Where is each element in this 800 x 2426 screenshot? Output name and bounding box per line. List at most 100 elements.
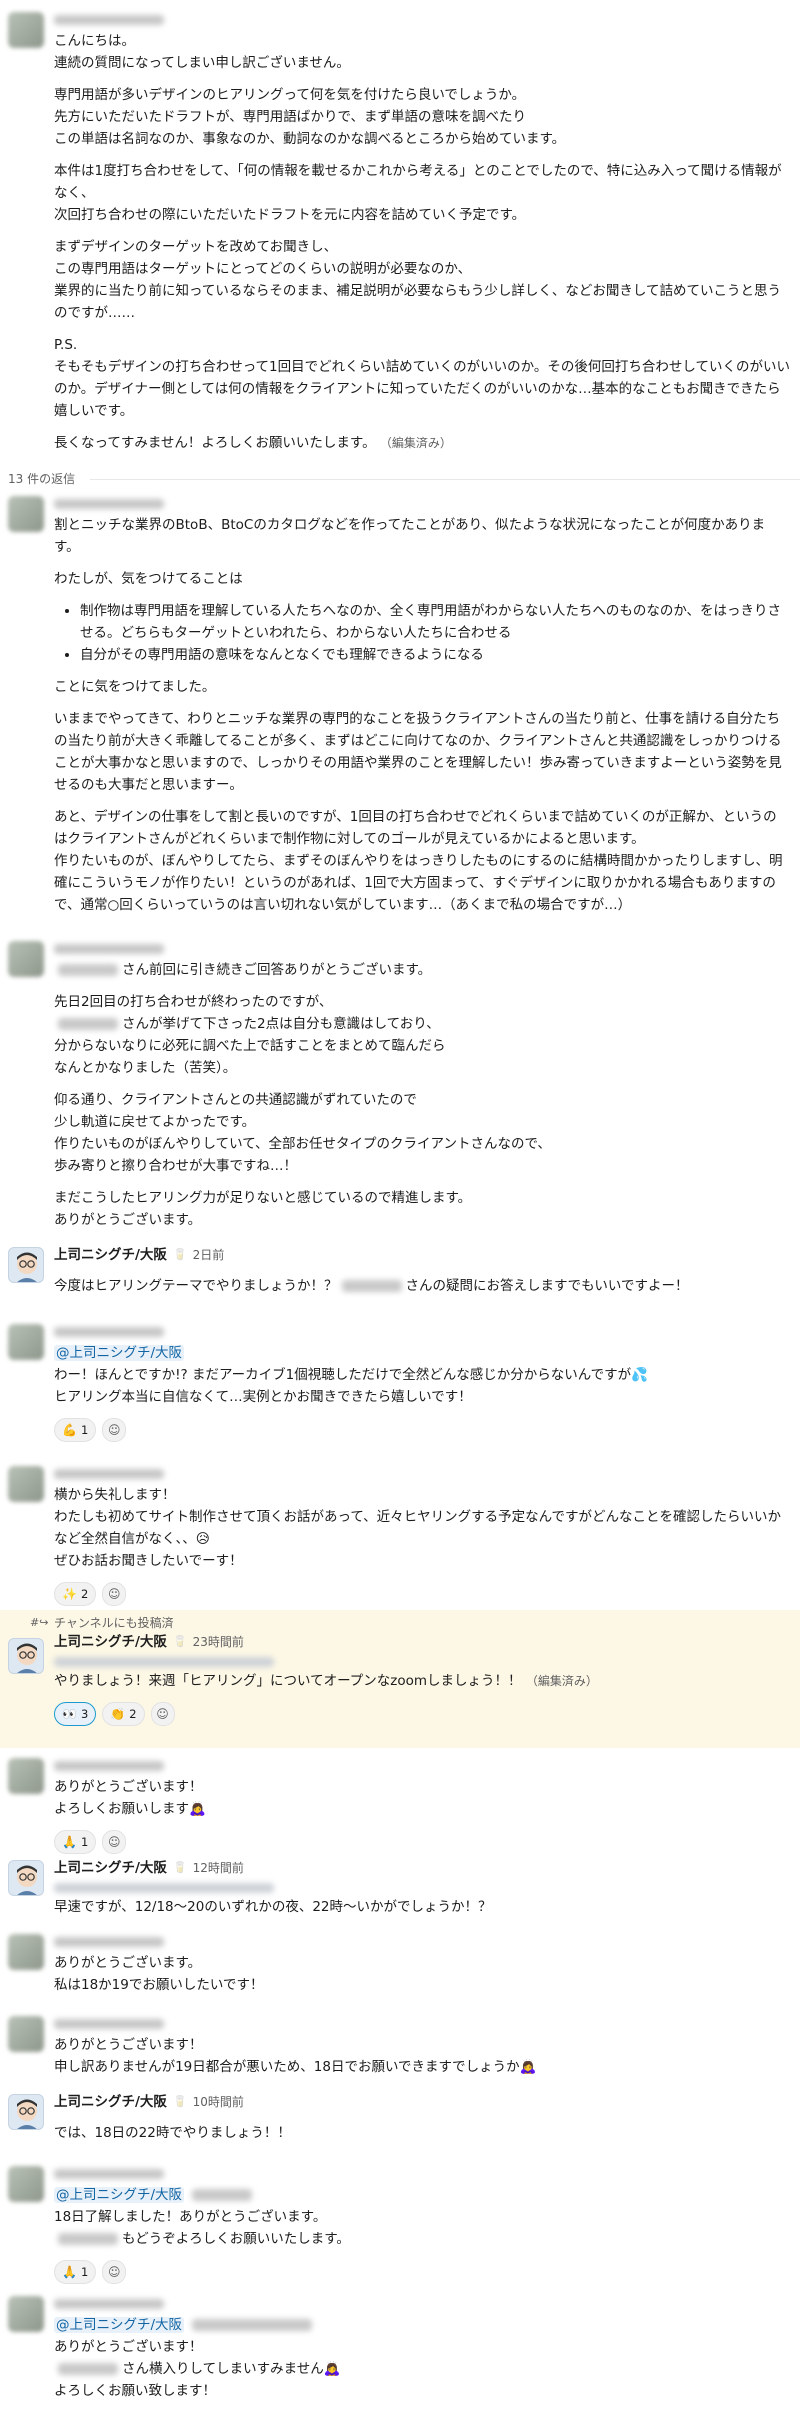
reaction-button[interactable]: ✨ 2 — [54, 1582, 97, 1606]
avatar[interactable] — [8, 2296, 44, 2332]
name-blurred — [58, 2233, 118, 2245]
message-text: 18日了解しました！ありがとうございます。 もどうぞよろしくお願いいたします。 — [54, 2209, 350, 2247]
message-text: 横から失礼します！ わたしも初めてサイト制作させて頂くお話があって、近々ヒヤリン… — [54, 1487, 781, 1569]
username-blurred[interactable] — [54, 2169, 164, 2179]
glasses-man-avatar-icon — [17, 1865, 37, 1895]
message-text: 早速ですが、12/18〜20のいずれかの夜、22時〜いかがでしょうか！？ — [54, 1899, 492, 1915]
add-reaction-icon[interactable]: ☺ — [102, 1418, 127, 1442]
reaction-button[interactable]: 👀 3 — [54, 1702, 97, 1726]
message-text: こんにちは。 連続の質問になってしまい申し訳ございません。 — [54, 33, 350, 71]
edited-label: （編集済み） — [525, 1674, 598, 1688]
name-blurred — [192, 2189, 253, 2201]
add-reaction-icon[interactable]: ☺ — [102, 1582, 127, 1606]
username[interactable]: 上司ニシグチ/大阪 — [54, 1631, 167, 1653]
message-text: 仰る通り、クライアントさんとの共通認識がずれていたので 少し軌道に戻せてよかった… — [54, 1092, 551, 1174]
reactions: 👀 3 👏 2 ☺ — [54, 1702, 790, 1726]
username-blurred[interactable] — [54, 944, 164, 954]
message-text: まだこうしたヒアリング力が足りないと感じているので精進します。 ありがとうござい… — [54, 1190, 472, 1228]
message-text: 割とニッチな業界のBtoB、BtoCのカタログなどを作ってたことがあり、似たよう… — [54, 517, 766, 555]
name-blurred — [58, 1018, 118, 1030]
username-blurred[interactable] — [54, 1327, 164, 1337]
username[interactable]: 上司ニシグチ/大阪 — [54, 2091, 167, 2113]
avatar[interactable] — [8, 2166, 44, 2202]
message-text: あと、デザインの仕事をして割と長いのですが、1回目の打ち合わせでどれくらいまで詰… — [54, 809, 783, 913]
message-text: わー！ほんとですか!? まだアーカイブ1個視聴しただけで全然どんな感じか分からな… — [54, 1367, 648, 1405]
message-text: やりましょう！来週「ヒアリング」についてオープンなzoomしましょう！！ （編集… — [54, 1673, 598, 1689]
username-blurred[interactable] — [54, 1937, 164, 1947]
status-icon: 🥛 — [172, 1861, 187, 1874]
channel-share-icon: #↪ — [30, 1616, 49, 1629]
username[interactable]: 上司ニシグチ/大阪 — [54, 1244, 167, 1266]
avatar[interactable] — [8, 1758, 44, 1794]
name-blurred — [341, 1280, 402, 1292]
reactions: 🙏 1 ☺ — [54, 2260, 790, 2284]
name-blurred — [192, 2319, 313, 2331]
message-text: 今度はヒアリングテーマでやりましょうか！？ さんの疑問にお答えしますでもいいですよ… — [54, 1278, 689, 1294]
reactions: 🙏 1 ☺ — [54, 1830, 790, 1854]
username-blurred[interactable] — [54, 15, 164, 25]
username[interactable]: 上司ニシグチ/大阪 — [54, 1857, 167, 1879]
timestamp[interactable]: 23時間前 — [193, 1631, 244, 1653]
avatar[interactable] — [8, 1466, 44, 1502]
avatar[interactable] — [8, 941, 44, 977]
timestamp[interactable]: 2日前 — [193, 1244, 225, 1266]
reaction-button[interactable]: 💪 1 — [54, 1418, 97, 1442]
avatar[interactable] — [8, 1860, 44, 1896]
reactions: ✨ 2 ☺ — [54, 1582, 790, 1606]
status-icon: 🥛 — [172, 2095, 187, 2108]
avatar[interactable] — [8, 1247, 44, 1283]
avatar[interactable] — [8, 1638, 44, 1674]
username-blurred[interactable] — [54, 499, 164, 509]
list-item: 制作物は専門用語を理解している人たちへなのか、全く専門用語がわからない人たちへの… — [80, 600, 790, 644]
message-text: さん前回に引き続きご回答ありがとうございます。 — [54, 959, 790, 981]
mention[interactable]: @上司ニシグチ/大阪 — [54, 1345, 185, 1361]
glasses-man-avatar-icon — [17, 1643, 37, 1673]
avatar[interactable] — [8, 1324, 44, 1360]
add-reaction-icon[interactable]: ☺ — [150, 1702, 175, 1726]
reaction-button[interactable]: 👏 2 — [102, 1702, 145, 1726]
username-blurred[interactable] — [54, 1469, 164, 1479]
reaction-button[interactable]: 🙏 1 — [54, 2260, 97, 2284]
message-text: 本件は1度打ち合わせをして、「何の情報を載せるかこれから考える」とのことでしたの… — [54, 163, 782, 223]
message-text: まずデザインのターゲットを改めてお聞きし、 この専門用語はターゲットにとってどの… — [54, 239, 781, 321]
name-blurred — [58, 2363, 118, 2375]
username-blurred[interactable] — [54, 2019, 164, 2029]
username-blurred[interactable] — [54, 2299, 164, 2309]
avatar[interactable] — [8, 1934, 44, 1970]
avatar[interactable] — [8, 2094, 44, 2130]
glasses-man-avatar-icon — [17, 2099, 37, 2129]
add-reaction-icon[interactable]: ☺ — [102, 1830, 127, 1854]
message-text: いままでやってきて、わりとニッチな業界の専門的なことを扱うクライアントさんの当た… — [54, 711, 782, 793]
message-text: 先日2回目の打ち合わせが終わったのですが、 さんが挙げて下さった2点は自分も意識は… — [54, 994, 446, 1076]
message-text: ことに気をつけてました。 — [54, 679, 216, 695]
message-text: では、18日の22時でやりましょう！！ — [54, 2125, 291, 2141]
glasses-man-avatar-icon — [17, 1252, 37, 1282]
avatar[interactable] — [8, 2016, 44, 2052]
mention[interactable]: @上司ニシグチ/大阪 — [54, 2187, 185, 2203]
bullet-list: 制作物は専門用語を理解している人たちへなのか、全く専門用語がわからない人たちへの… — [54, 600, 790, 666]
username-blurred[interactable] — [54, 1761, 164, 1771]
status-icon: 🥛 — [172, 1248, 187, 1261]
blurred-line — [54, 1657, 274, 1667]
message-text: ありがとうございます！ よろしくお願いします🙇‍♀️ — [54, 1779, 206, 1817]
message-text: 長くなってすみません！よろしくお願いいたします。 （編集済み） — [54, 435, 452, 451]
avatar[interactable] — [8, 496, 44, 532]
message-text: 専門用語が多いデザインのヒアリングって何を気を付けたら良いでしょうか。 先方にい… — [54, 87, 566, 147]
divider — [90, 479, 800, 480]
name-blurred — [58, 964, 118, 976]
reaction-button[interactable]: 🙏 1 — [54, 1830, 97, 1854]
message-text: ありがとうございます！ さん横入りしてしまいすみません🙇‍♀️ よろしくお願い致しま… — [54, 2339, 341, 2399]
mention[interactable]: @上司ニシグチ/大阪 — [54, 2317, 185, 2333]
status-icon: 🥛 — [172, 1635, 187, 1648]
message-text: ありがとうございます！ 申し訳ありませんが19日都合が悪いため、18日でお願いで… — [54, 2037, 537, 2075]
add-reaction-icon[interactable]: ☺ — [102, 2260, 127, 2284]
timestamp[interactable]: 10時間前 — [193, 2091, 244, 2113]
reply-count[interactable]: 13 件の返信 — [8, 468, 75, 490]
reply-message-highlighted: #↪ チャンネルにも投稿済 上司ニシグチ/大阪 🥛 23時間前 やりましょう！来週「ヒ… — [0, 1610, 800, 1748]
edited-label: （編集済み） — [379, 436, 452, 450]
avatar[interactable] — [8, 12, 44, 48]
message-text: わたしが、気をつけてることは — [54, 571, 243, 587]
list-item: 自分がその専門用語の意味をなんとなくでも理解できるようになる — [80, 644, 790, 666]
message-text: ありがとうございます。 私は18か19でお願いしたいです！ — [54, 1955, 264, 1993]
timestamp[interactable]: 12時間前 — [193, 1857, 244, 1879]
